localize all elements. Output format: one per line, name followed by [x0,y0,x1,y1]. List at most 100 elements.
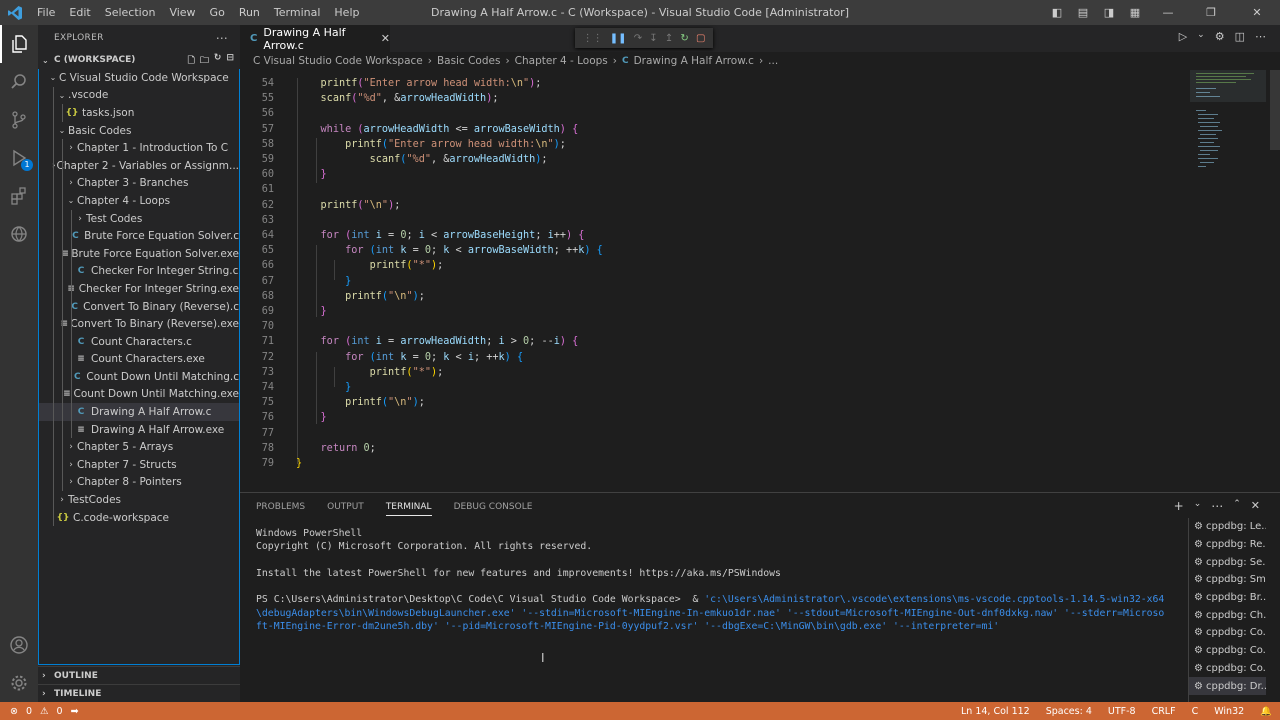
step-out-icon[interactable]: ↥ [665,33,673,44]
step-over-icon[interactable]: ↷ [634,33,642,44]
tree-folder[interactable]: › Chapter 3 - Branches [39,174,239,193]
search-icon[interactable] [0,63,38,101]
timeline-section[interactable]: › TIMELINE [38,684,240,702]
terminal-instance[interactable]: ⚙ cppdbg: Ch... [1189,606,1266,624]
tree-folder[interactable]: ⌄ Chapter 4 - Loops [39,192,239,210]
menu-go[interactable]: Go [203,0,232,25]
error-icon[interactable]: ⊗ [10,706,18,717]
maximize-panel-icon[interactable]: ⌃ [1233,499,1241,513]
menu-selection[interactable]: Selection [98,0,163,25]
workspace-header[interactable]: ⌄ C (WORKSPACE) 🗋 🗀 ↻ ⊟ [38,51,240,69]
run-debug-file-icon[interactable]: ▷ [1179,30,1187,43]
breadcrumb-item[interactable]: Chapter 4 - Loops [515,55,608,67]
error-count[interactable]: 0 [26,706,32,717]
new-folder-icon[interactable]: 🗀 [200,53,209,69]
terminal-instance[interactable]: ⚙ cppdbg: Dr... [1189,677,1266,695]
terminal-instance[interactable]: ⚙ cppdbg: Co... [1189,642,1266,660]
tree-file[interactable]: ≡ Count Down Until Matching.exe [39,385,239,404]
breadcrumb-item[interactable]: ... [768,55,778,67]
collapse-all-icon[interactable]: ⊟ [226,53,234,69]
tree-file[interactable]: ≡ Brute Force Equation Solver.exe [39,244,239,263]
tree-file[interactable]: ≡ Drawing A Half Arrow.exe [39,420,239,439]
terminal-instance[interactable]: ⚙cppdbg: Sm... [1189,571,1266,589]
menu-run[interactable]: Run [232,0,267,25]
toggle-sidebar-icon[interactable]: ◧ [1044,6,1070,19]
indentation[interactable]: Spaces: 4 [1046,706,1092,717]
more-actions-icon[interactable]: ⋯ [216,31,228,45]
settings-gear-icon[interactable] [0,664,38,702]
tree-file[interactable]: {} C.code-workspace [39,508,239,527]
menu-edit[interactable]: Edit [62,0,97,25]
menu-view[interactable]: View [162,0,202,25]
code-editor[interactable]: 54 printf("Enter arrow head width:\n"); … [240,70,1190,492]
extensions-icon[interactable] [0,177,38,215]
more-actions-icon[interactable]: ⋯ [1255,30,1266,43]
terminal-instance[interactable]: ⚙ cppdbg: Re... [1189,536,1266,554]
terminal-instance[interactable]: ⚙ cppdbg: Co... [1189,624,1266,642]
encoding[interactable]: UTF-8 [1108,706,1136,717]
menu-file[interactable]: File [30,0,62,25]
breadcrumb-item[interactable]: Drawing A Half Arrow.c [634,55,754,67]
minimap[interactable] [1190,70,1266,180]
chevron-down-icon[interactable]: ⌄ [1194,499,1202,513]
source-control-icon[interactable] [0,101,38,139]
close-tab-icon[interactable]: ✕ [381,32,390,45]
tree-file[interactable]: C Checker For Integer String.c [39,262,239,281]
warning-icon[interactable]: ⚠ [40,706,49,717]
editor-scrollbar[interactable] [1270,70,1280,492]
tree-file[interactable]: C Brute Force Equation Solver.c [39,227,239,245]
tree-folder[interactable]: ⌄ Basic Codes [39,121,239,140]
tree-file[interactable]: C Count Down Until Matching.c [39,368,239,386]
terminal-instance[interactable]: ⚙ cppdbg: Se... [1189,553,1266,571]
scrollbar-thumb[interactable] [1270,70,1280,150]
tree-file[interactable]: C Drawing A Half Arrow.c [39,403,239,421]
platform[interactable]: Win32 [1214,706,1244,717]
outline-section[interactable]: › OUTLINE [38,666,240,684]
terminal-instance[interactable]: ⚙ cppdbg: Le... [1189,518,1266,536]
tree-folder[interactable]: ›Chapter 2 - Variables or Assignm... [39,156,239,175]
tree-folder[interactable]: ⌄ .vscode [39,86,239,105]
breadcrumb-item[interactable]: Basic Codes [437,55,501,67]
tab-problems[interactable]: PROBLEMS [256,502,305,512]
stop-icon[interactable]: ▢ [696,33,705,44]
notifications-icon[interactable]: 🔔 [1260,706,1272,717]
drag-handle-icon[interactable]: ⋮⋮ [583,33,603,44]
account-icon[interactable] [0,626,38,664]
toggle-panel-icon[interactable]: ▤ [1070,6,1096,19]
tab-output[interactable]: OUTPUT [327,502,364,512]
menu-help[interactable]: Help [327,0,366,25]
breadcrumb-item[interactable]: C Visual Studio Code Workspace [253,55,423,67]
tree-folder[interactable]: › Chapter 5 - Arrays [39,438,239,457]
tab-terminal[interactable]: TERMINAL [385,502,432,516]
language-mode[interactable]: C [1192,706,1199,717]
cursor-position[interactable]: Ln 14, Col 112 [961,706,1030,717]
warning-count[interactable]: 0 [57,706,63,717]
line-ending[interactable]: CRLF [1152,706,1176,717]
terminal-instance[interactable]: ⚙ cppdbg: Co... [1189,660,1266,678]
chevron-down-icon[interactable]: ⌄ [1197,30,1205,43]
minimize-icon[interactable]: — [1148,6,1188,19]
tree-folder[interactable]: › Chapter 8 - Pointers [39,473,239,492]
tree-file[interactable]: ≡ Count Characters.exe [39,350,239,369]
tree-file[interactable]: {} tasks.json [39,104,239,122]
tree-file[interactable]: C Convert To Binary (Reverse).c [39,297,239,316]
remote-explorer-icon[interactable] [0,215,38,253]
close-panel-icon[interactable]: ✕ [1251,499,1260,513]
split-editor-icon[interactable]: ◫ [1235,30,1245,43]
restart-icon[interactable]: ↻ [680,33,688,44]
tree-file[interactable]: ≡ Convert To Binary (Reverse).exe [39,315,239,333]
terminal-instance[interactable]: ⚙ cppdbg: Br... [1189,589,1266,607]
step-into-icon[interactable]: ↧ [649,33,657,44]
tree-folder[interactable]: › TestCodes [39,491,239,509]
tree-folder[interactable]: › Chapter 7 - Structs [39,456,239,474]
run-debug-icon[interactable]: 1 [0,139,38,177]
debug-launch-icon[interactable]: ➡ [71,706,79,717]
files-icon[interactable] [0,25,38,63]
tree-file[interactable]: C Count Characters.c [39,332,239,351]
new-file-icon[interactable]: 🗋 [188,53,195,69]
settings-gear-icon[interactable]: ⚙ [1215,30,1225,43]
tree-folder[interactable]: › Test Codes [39,209,239,228]
refresh-icon[interactable]: ↻ [214,53,222,69]
tree-file[interactable]: ≡Checker For Integer String.exe [39,280,239,298]
menu-terminal[interactable]: Terminal [267,0,328,25]
